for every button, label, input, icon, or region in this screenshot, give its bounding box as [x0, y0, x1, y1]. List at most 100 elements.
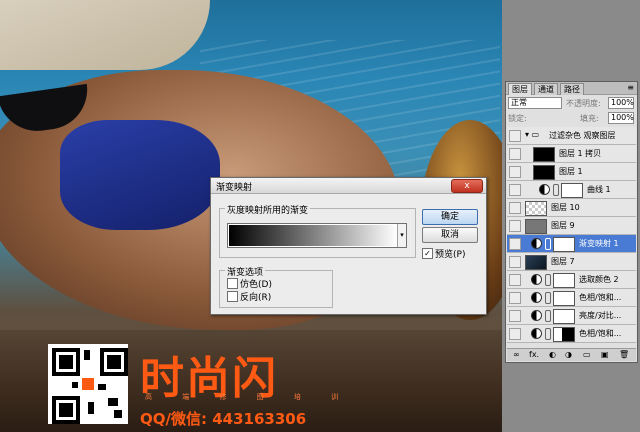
- link-icon: [545, 274, 551, 286]
- blend-mode-select[interactable]: 正常: [508, 97, 562, 109]
- fill-label: 填充:: [580, 114, 599, 123]
- layer-row[interactable]: 图层 1 拷贝: [507, 145, 636, 163]
- layer-row[interactable]: 选取颜色 2: [507, 271, 636, 289]
- adjustment-icon: [531, 310, 542, 321]
- panel-menu-icon[interactable]: ≡: [627, 83, 634, 92]
- visibility-toggle[interactable]: [509, 130, 521, 142]
- trash-icon[interactable]: 🗑: [619, 350, 629, 359]
- dialog-title: 渐变映射: [216, 183, 253, 193]
- adjustment-icon: [539, 184, 550, 195]
- preview-label: 预览(P): [435, 250, 466, 260]
- visibility-toggle[interactable]: [509, 148, 521, 160]
- lock-row: 锁定: 填充: 100%: [508, 112, 635, 124]
- layers-panel: 图层 通道 路径 ≡ 正常 不透明度: 100% 锁定: 填充: 100% ▾ …: [505, 81, 638, 363]
- cancel-button[interactable]: 取消: [422, 227, 478, 243]
- layer-name: 色相/饱和...: [579, 329, 622, 338]
- visibility-toggle[interactable]: [509, 292, 521, 304]
- layer-thumbnail: [525, 255, 547, 270]
- layer-row[interactable]: 曲线 1: [507, 181, 636, 199]
- link-icon: [545, 328, 551, 340]
- opacity-label: 不透明度:: [566, 99, 601, 108]
- layer-name: 过滤杂色 观察图层: [549, 131, 616, 140]
- gradient-dropdown-arrow-icon[interactable]: ▾: [397, 224, 406, 247]
- layer-row[interactable]: 亮度/对比...: [507, 307, 636, 325]
- panel-tabs: 图层 通道 路径 ≡: [506, 82, 637, 95]
- link-layers-icon[interactable]: ∞: [513, 350, 520, 359]
- ok-button[interactable]: 确定: [422, 209, 478, 225]
- layer-thumbnail: [533, 147, 555, 162]
- layer-thumbnail: [533, 165, 555, 180]
- visibility-toggle[interactable]: [509, 220, 521, 232]
- layer-row[interactable]: 图层 9: [507, 217, 636, 235]
- adjustment-icon: [531, 328, 542, 339]
- layer-row[interactable]: ▾ ▭ 过滤杂色 观察图层: [507, 127, 636, 145]
- group-toggle-icon[interactable]: ▾ ▭: [525, 130, 539, 139]
- visibility-toggle[interactable]: [509, 310, 521, 322]
- mask-thumbnail: [553, 273, 575, 288]
- mask-thumbnail: [553, 309, 575, 324]
- dither-checkbox[interactable]: [227, 278, 238, 289]
- layer-row[interactable]: 图层 1: [507, 163, 636, 181]
- layer-thumbnail: [525, 219, 547, 234]
- link-icon: [545, 310, 551, 322]
- swimsuit: [60, 120, 220, 230]
- layer-name: 亮度/对比...: [579, 311, 622, 320]
- adjustment-icon: [531, 274, 542, 285]
- brand-tagline: 高 端 修 图 培 训: [145, 393, 353, 401]
- blend-row: 正常 不透明度: 100%: [508, 97, 635, 109]
- mask-thumbnail: [561, 183, 583, 198]
- fx-icon[interactable]: fx.: [529, 350, 539, 359]
- contact-qq: QQ/微信: 443163306: [140, 410, 307, 428]
- layer-name: 曲线 1: [587, 185, 611, 194]
- mask-thumbnail: [553, 237, 575, 252]
- visibility-toggle[interactable]: [509, 202, 521, 214]
- tab-paths[interactable]: 路径: [560, 83, 584, 95]
- link-icon: [545, 238, 551, 250]
- new-group-icon[interactable]: ▭: [583, 350, 591, 359]
- layer-row[interactable]: 图层 7: [507, 253, 636, 271]
- visibility-toggle[interactable]: [509, 256, 521, 268]
- close-button[interactable]: x: [451, 179, 483, 193]
- gradient-picker[interactable]: ▾: [227, 223, 407, 248]
- visibility-toggle[interactable]: [509, 274, 521, 286]
- reverse-label: 反向(R): [240, 293, 272, 303]
- adjustment-icon: [531, 238, 542, 249]
- preview-checkbox[interactable]: ✓: [422, 248, 433, 259]
- layer-name: 图层 7: [551, 257, 575, 266]
- adjustment-icon: [531, 292, 542, 303]
- mask-thumbnail: [553, 327, 575, 342]
- mask-thumbnail: [553, 291, 575, 306]
- visibility-toggle[interactable]: [509, 238, 521, 250]
- lock-label: 锁定:: [508, 114, 527, 123]
- layers-bottom-toolbar: ∞ fx. ◐ ◑ ▭ ▣ 🗑: [507, 348, 636, 361]
- link-icon: [553, 184, 559, 196]
- adjustment-layer-icon[interactable]: ◑: [565, 350, 572, 359]
- tab-layers[interactable]: 图层: [508, 83, 532, 95]
- reverse-checkbox[interactable]: [227, 291, 238, 302]
- layer-name: 渐变映射 1: [579, 239, 619, 248]
- mask-icon[interactable]: ◐: [549, 350, 556, 359]
- new-layer-icon[interactable]: ▣: [601, 350, 609, 359]
- fill-input[interactable]: 100%: [608, 112, 634, 124]
- layer-thumbnail: [525, 201, 547, 216]
- visibility-toggle[interactable]: [509, 166, 521, 178]
- tab-channels[interactable]: 通道: [534, 83, 558, 95]
- gray-gradient-group-label: 灰度映射所用的渐变: [225, 203, 311, 216]
- dither-label: 仿色(D): [240, 280, 272, 290]
- gradient-map-dialog: 渐变映射 x 灰度映射所用的渐变 ▾ 渐变选项 仿色(D) 反向(R) 确定 取…: [210, 177, 487, 315]
- layer-row[interactable]: 色相/饱和...: [507, 325, 636, 343]
- qr-code: [48, 344, 128, 424]
- layer-name: 图层 1: [559, 167, 583, 176]
- layer-row[interactable]: 图层 10: [507, 199, 636, 217]
- layer-name: 图层 1 拷贝: [559, 149, 602, 158]
- opacity-input[interactable]: 100%: [608, 97, 634, 109]
- pool-deck: [0, 0, 210, 70]
- layer-name: 图层 10: [551, 203, 580, 212]
- layer-row[interactable]: 色相/饱和...: [507, 289, 636, 307]
- visibility-toggle[interactable]: [509, 184, 521, 196]
- visibility-toggle[interactable]: [509, 328, 521, 340]
- gradient-preview[interactable]: [229, 225, 397, 246]
- dialog-titlebar[interactable]: 渐变映射 x: [211, 178, 486, 194]
- layer-row-selected[interactable]: 渐变映射 1: [507, 235, 636, 253]
- layer-name: 选取颜色 2: [579, 275, 619, 284]
